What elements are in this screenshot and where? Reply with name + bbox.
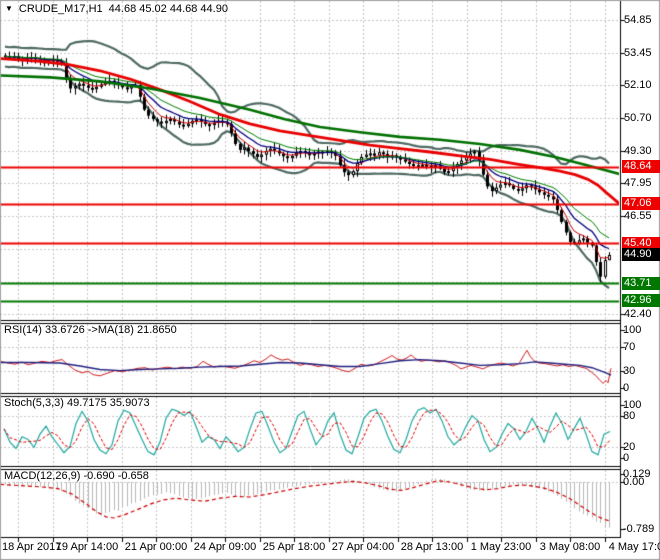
ohlc-values-label: 44.68 45.02 44.68 44.90 bbox=[108, 3, 228, 15]
rsi-indicator-label: RSI(14) 33.6726 ->MA(18) 21.8650 bbox=[4, 324, 177, 336]
rsi-axis-label: 0 bbox=[623, 382, 630, 394]
time-axis-label: 28 Apr 13:00 bbox=[400, 541, 464, 553]
stoch-indicator-label: Stoch(5,3,3) 49.7175 35.9073 bbox=[4, 397, 150, 409]
rsi-axis-label: 70 bbox=[623, 341, 636, 354]
time-axis-label: 25 Apr 18:00 bbox=[262, 541, 326, 553]
price-level-badge: 43.71 bbox=[622, 276, 660, 290]
time-axis-label: 19 Apr 14:00 bbox=[55, 541, 119, 553]
macd-axis-label: -0.789 bbox=[623, 523, 655, 536]
price-level-badge: 47.06 bbox=[622, 197, 660, 211]
price-axis-label: 52.10 bbox=[624, 78, 652, 91]
time-axis-label: 4 May 17:00 bbox=[608, 541, 660, 553]
price-axis-label: 47.95 bbox=[624, 176, 652, 189]
symbol-dropdown-icon[interactable]: ▼ bbox=[5, 4, 13, 14]
rsi-axis-label: 100 bbox=[623, 324, 642, 336]
time-axis-label: 24 Apr 09:00 bbox=[193, 541, 257, 553]
price-axis-label: 46.55 bbox=[624, 209, 652, 222]
price-axis-label: 50.70 bbox=[624, 111, 652, 124]
stoch-axis-label: 0 bbox=[623, 452, 630, 464]
time-axis-label: 1 May 23:00 bbox=[470, 541, 532, 553]
time-axis-label: 27 Apr 04:00 bbox=[331, 541, 395, 553]
price-level-badge: 48.64 bbox=[622, 160, 660, 174]
price-axis-label: 53.45 bbox=[624, 47, 652, 60]
time-axis-label: 21 Apr 00:00 bbox=[124, 541, 188, 553]
price-axis-label: 54.85 bbox=[624, 14, 652, 26]
symbol-timeframe-label: CRUDE_M17,H1 bbox=[18, 3, 103, 15]
rsi-axis-label: 30 bbox=[623, 364, 636, 377]
chart-title-bar: ▼ CRUDE_M17,H1 44.68 45.02 44.68 44.90 bbox=[5, 3, 228, 15]
stoch-axis-label: 80 bbox=[623, 409, 636, 422]
price-level-badge: 42.96 bbox=[622, 294, 660, 308]
macd-indicator-label: MACD(12,26,9) -0.690 -0.658 bbox=[4, 470, 149, 482]
chart-window: ▼ CRUDE_M17,H1 44.68 45.02 44.68 44.90 R… bbox=[0, 0, 660, 560]
time-axis-label: 3 May 08:00 bbox=[539, 541, 601, 553]
macd-axis-label: 0.00 bbox=[623, 476, 645, 488]
price-axis-label: 42.40 bbox=[624, 307, 652, 320]
last-price-badge: 44.90 bbox=[622, 248, 660, 262]
price-axis-label: 49.30 bbox=[624, 145, 652, 158]
